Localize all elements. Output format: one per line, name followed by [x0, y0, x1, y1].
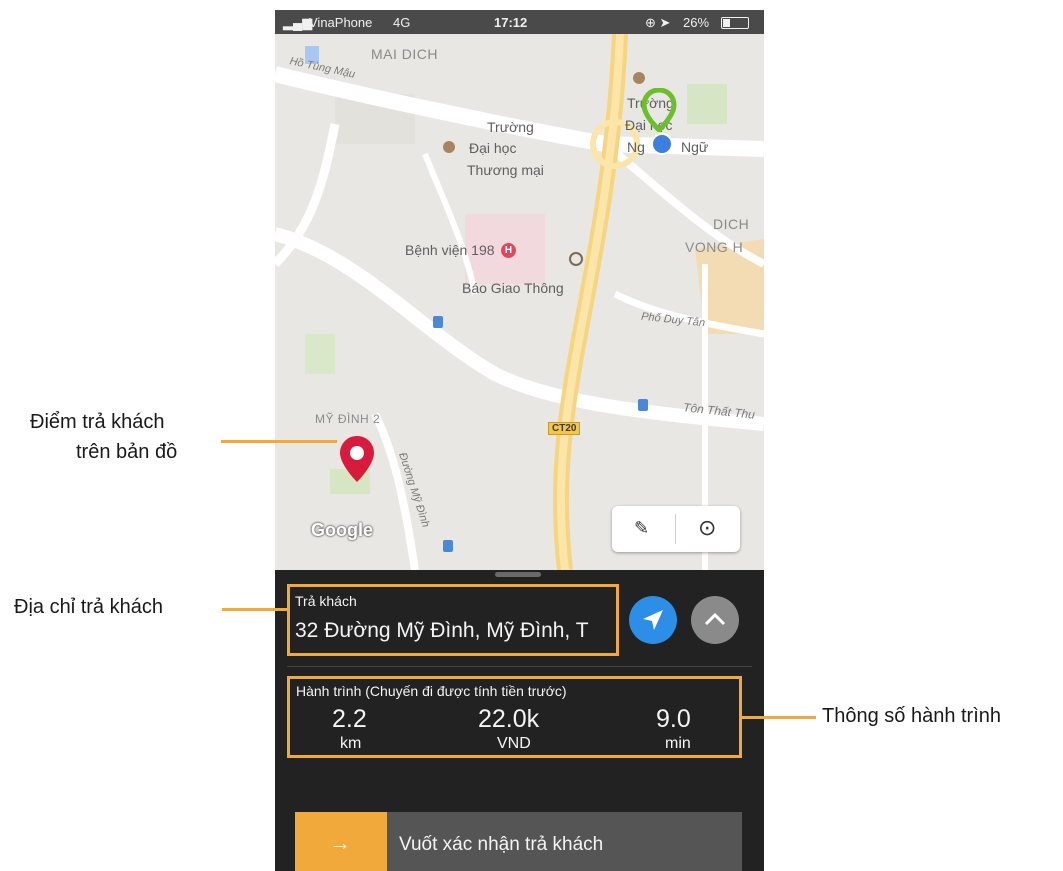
fare-value: 22.0k	[478, 705, 540, 733]
dropoff-label: Trả khách	[295, 593, 357, 609]
bus-stop-icon	[443, 540, 453, 552]
expand-button[interactable]	[691, 596, 739, 644]
poi-label-line: Trường	[487, 119, 534, 135]
poi-label-line: Thương mại	[467, 162, 544, 178]
school-icon	[443, 141, 455, 153]
map-roads	[275, 34, 764, 570]
area-label-vong-h: VONG H	[685, 239, 744, 255]
poi-label-line: Đại học	[469, 140, 517, 156]
divider	[675, 514, 676, 544]
annotation-dropoff-point-line1: Điểm trả khách	[30, 411, 165, 433]
status-bar: ▂▄▆ VinaPhone 4G 17:12 ⊕ ➤ 26%	[275, 10, 764, 34]
poi-label-line: Ng	[627, 139, 645, 155]
signal-icon: ▂▄▆	[283, 15, 313, 30]
drag-handle[interactable]	[495, 572, 541, 577]
map-controls: ✎ ⊙	[612, 506, 740, 552]
carrier-name: VinaPhone	[309, 15, 373, 30]
arrow-right-icon: →	[329, 830, 351, 855]
area-label-mai-dich: MAI DICH	[371, 46, 438, 62]
navigate-button[interactable]	[629, 596, 677, 644]
battery-percent: 26%	[683, 15, 710, 30]
poi-dot-icon	[569, 252, 583, 266]
current-location-icon	[651, 133, 673, 155]
crosshair-icon[interactable]: ⊙	[698, 515, 716, 541]
google-logo: Google	[311, 520, 373, 540]
clock: 17:12	[494, 15, 528, 30]
chevron-up-icon	[704, 612, 726, 626]
poi-label-newspaper: Báo Giao Thông	[462, 280, 564, 296]
bus-stop-icon	[433, 316, 443, 328]
time-value: 9.0	[656, 705, 691, 733]
phone-screen: ▂▄▆ VinaPhone 4G 17:12 ⊕ ➤ 26% MAI DICH …	[275, 10, 764, 871]
time-unit: min	[665, 735, 691, 752]
swipe-confirm-slider[interactable]: → Vuốt xác nhận trả khách	[295, 812, 742, 871]
map-view[interactable]: MAI DICH DICH VONG H MỸ ĐÌNH 2 Hồ Tùng M…	[275, 34, 764, 570]
slider-label: Vuốt xác nhận trả khách	[399, 834, 604, 855]
bus-stop-icon	[638, 399, 648, 411]
navigation-arrow-icon	[643, 610, 663, 630]
trip-header: Hành trình (Chuyến đi được tính tiền trư…	[296, 683, 567, 699]
trip-info-box: Hành trình (Chuyến đi được tính tiền trư…	[287, 676, 742, 758]
map-pin-icon[interactable]: ✎	[634, 518, 649, 539]
network-type: 4G	[393, 15, 411, 30]
annotation-trip-params: Thông số hành trình	[822, 705, 1002, 727]
poi-label-line: Ngữ	[681, 139, 709, 155]
location-arrow-icon: ⊕ ➤	[645, 15, 671, 30]
poi-label-hospital: Bệnh viện 198	[405, 242, 495, 258]
dropoff-address: 32 Đường Mỹ Đình, Mỹ Đình, T	[295, 619, 589, 642]
annotation-connector	[742, 716, 816, 719]
dropoff-address-box[interactable]: Trả khách 32 Đường Mỹ Đình, Mỹ Đình, T	[287, 584, 619, 656]
annotation-dropoff-point-line2: trên bản đồ	[76, 441, 178, 463]
trip-panel: Trả khách 32 Đường Mỹ Đình, Mỹ Đình, T H…	[275, 570, 764, 871]
slider-handle[interactable]: →	[295, 812, 387, 871]
area-label-dich: DICH	[713, 216, 750, 232]
battery-icon	[721, 17, 749, 29]
hospital-icon: H	[501, 243, 516, 258]
route-badge: CT20	[548, 422, 581, 435]
divider	[287, 666, 752, 667]
pickup-marker-icon[interactable]	[641, 88, 677, 132]
dropoff-marker-icon[interactable]	[337, 434, 377, 484]
distance-value: 2.2	[332, 705, 367, 733]
annotation-dropoff-address: Địa chỉ trả khách	[14, 596, 163, 618]
distance-unit: km	[340, 735, 362, 752]
annotation-connector	[222, 608, 288, 611]
school-icon	[633, 72, 645, 84]
annotation-connector	[221, 440, 337, 443]
fare-unit: VND	[497, 735, 531, 752]
area-label-my-dinh-2: MỸ ĐÌNH 2	[315, 412, 381, 426]
